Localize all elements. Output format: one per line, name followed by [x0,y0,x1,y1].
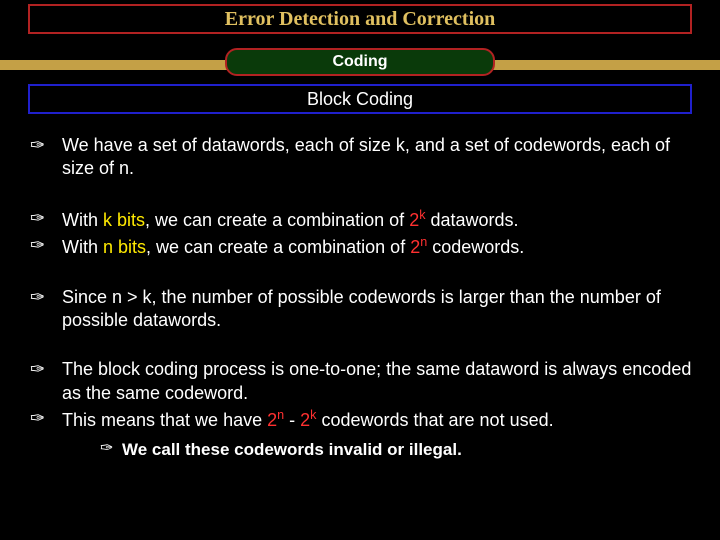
coding-badge: Coding [225,48,495,76]
bullet-text: We have a set of datawords, each of size… [62,134,692,181]
flourish-icon: ✑ [28,234,62,257]
bullet-group-2: ✑ With k bits, we can create a combinati… [28,207,692,260]
page-title: Error Detection and Correction [225,8,496,31]
highlight-red: 2k [300,410,316,430]
flourish-icon: ✑ [100,439,122,460]
slide-content: ✑ We have a set of datawords, each of si… [28,134,692,487]
sub-list-item: ✑ We call these codewords invalid or ill… [100,439,692,461]
flourish-icon: ✑ [28,407,62,430]
bullet-text: With n bits, we can create a combination… [62,234,692,259]
subtitle-bar: Block Coding [28,84,692,114]
bullet-text: This means that we have 2n - 2k codeword… [62,407,692,432]
title-bar: Error Detection and Correction [28,4,692,34]
bullet-text: With k bits, we can create a combination… [62,207,692,232]
list-item: ✑ This means that we have 2n - 2k codewo… [28,407,692,432]
highlight: k bits [103,210,145,230]
bullet-group-3: ✑ Since n > k, the number of possible co… [28,286,692,333]
coding-label: Coding [332,53,387,71]
subtitle: Block Coding [307,89,413,110]
list-item: ✑ We have a set of datawords, each of si… [28,134,692,181]
list-item: ✑ Since n > k, the number of possible co… [28,286,692,333]
highlight-red: 2k [409,210,425,230]
flourish-icon: ✑ [28,358,62,381]
list-item: ✑ With k bits, we can create a combinati… [28,207,692,232]
flourish-icon: ✑ [28,134,62,157]
list-item: ✑ The block coding process is one-to-one… [28,358,692,405]
sub-bullet-text: We call these codewords invalid or illeg… [122,439,692,461]
highlight: n bits [103,237,146,257]
bullet-group-1: ✑ We have a set of datawords, each of si… [28,134,692,181]
bullet-group-4: ✑ The block coding process is one-to-one… [28,358,692,460]
flourish-icon: ✑ [28,207,62,230]
flourish-icon: ✑ [28,286,62,309]
highlight-red: 2n [410,237,427,257]
bullet-text: The block coding process is one-to-one; … [62,358,692,405]
highlight-red: 2n [267,410,284,430]
bullet-text: Since n > k, the number of possible code… [62,286,692,333]
list-item: ✑ With n bits, we can create a combinati… [28,234,692,259]
